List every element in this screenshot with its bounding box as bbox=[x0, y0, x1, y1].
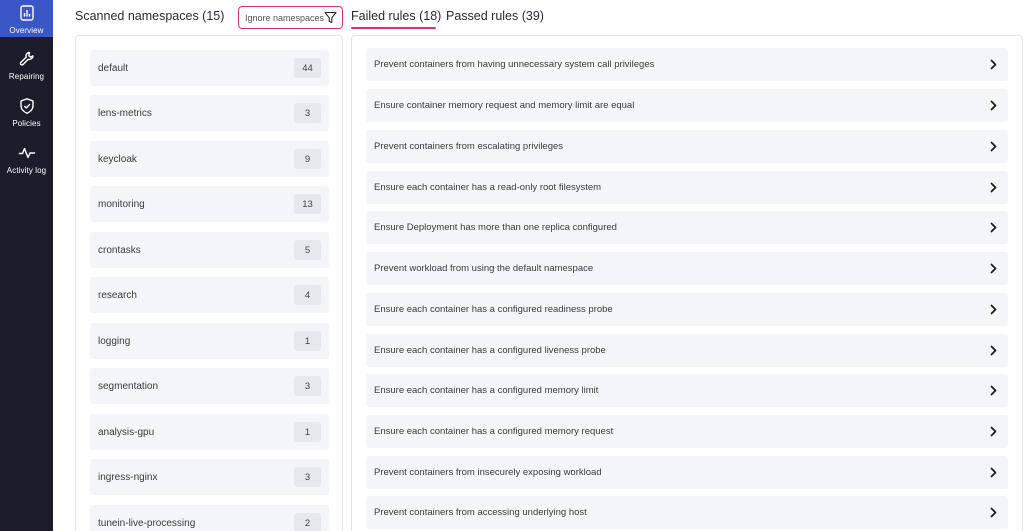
sidebar-item-policies[interactable]: Policies bbox=[0, 93, 53, 137]
rule-title: Prevent containers from insecurely expos… bbox=[374, 467, 602, 478]
chart-bar-icon bbox=[19, 5, 34, 21]
namespace-count-badge: 2 bbox=[294, 513, 321, 531]
failed-rules-panel: Prevent containers from having unnecessa… bbox=[351, 35, 1023, 531]
sidebar-item-label: Repairing bbox=[8, 72, 45, 81]
sidebar-item-activity-log[interactable]: Activity log bbox=[0, 140, 53, 184]
active-tab-indicator bbox=[351, 27, 436, 29]
rule-title: Ensure container memory request and memo… bbox=[374, 100, 635, 111]
chevron-right-icon bbox=[990, 263, 997, 274]
rule-item[interactable]: Prevent containers from accessing underl… bbox=[366, 496, 1008, 529]
rule-item[interactable]: Ensure Deployment has more than one repl… bbox=[366, 211, 1008, 244]
chevron-right-icon bbox=[990, 141, 997, 152]
namespace-name: tunein-live-processing bbox=[98, 517, 196, 529]
sidebar-item-label: Activity log bbox=[6, 166, 47, 175]
namespace-item[interactable]: ingress-nginx 3 bbox=[90, 459, 329, 495]
namespace-name: keycloak bbox=[98, 153, 137, 165]
rule-item[interactable]: Prevent workload from using the default … bbox=[366, 252, 1008, 285]
rule-title: Ensure each container has a configured m… bbox=[374, 385, 599, 396]
namespace-item[interactable]: default 44 bbox=[90, 50, 329, 86]
rule-item[interactable]: Prevent containers from insecurely expos… bbox=[366, 456, 1008, 489]
chevron-right-icon bbox=[990, 100, 997, 111]
shield-check-icon bbox=[19, 98, 34, 114]
sidebar: Overview Repairing Policies Activity log bbox=[0, 0, 53, 531]
namespace-count-badge: 3 bbox=[294, 376, 321, 396]
namespace-count-badge: 44 bbox=[294, 58, 321, 78]
namespace-count-badge: 5 bbox=[294, 240, 321, 260]
ignore-namespaces-label: Ignore namespaces bbox=[245, 12, 325, 23]
chevron-right-icon bbox=[990, 345, 997, 356]
namespace-name: analysis-gpu bbox=[98, 426, 155, 438]
namespace-item[interactable]: lens-metrics 3 bbox=[90, 95, 329, 131]
namespace-count-badge: 1 bbox=[294, 422, 321, 442]
rule-title: Prevent containers from escalating privi… bbox=[374, 141, 564, 152]
chevron-right-icon bbox=[990, 507, 997, 518]
namespace-name: segmentation bbox=[98, 380, 159, 392]
tab-passed-rules[interactable]: Passed rules (39) bbox=[446, 9, 544, 23]
rule-title: Ensure each container has a configured r… bbox=[374, 304, 613, 315]
namespace-item[interactable]: segmentation 3 bbox=[90, 368, 329, 404]
namespace-name: logging bbox=[98, 335, 131, 347]
sidebar-item-overview[interactable]: Overview bbox=[0, 0, 53, 37]
rule-item[interactable]: Ensure each container has a configured m… bbox=[366, 415, 1008, 448]
rule-title: Prevent containers from having unnecessa… bbox=[374, 59, 655, 70]
namespace-count-badge: 3 bbox=[294, 467, 321, 487]
wrench-icon bbox=[19, 51, 34, 66]
sidebar-item-label: Overview bbox=[9, 26, 44, 35]
chevron-right-icon bbox=[990, 304, 997, 315]
rule-item[interactable]: Ensure each container has a configured m… bbox=[366, 374, 1008, 407]
chevron-right-icon bbox=[990, 222, 997, 233]
filter-icon bbox=[324, 11, 337, 24]
chevron-right-icon bbox=[990, 59, 997, 70]
rule-item[interactable]: Prevent containers from having unnecessa… bbox=[366, 48, 1008, 81]
rule-item[interactable]: Prevent containers from escalating privi… bbox=[366, 130, 1008, 163]
rule-title: Ensure each container has a configured m… bbox=[374, 426, 614, 437]
namespace-count-badge: 1 bbox=[294, 331, 321, 351]
namespace-item[interactable]: analysis-gpu 1 bbox=[90, 414, 329, 450]
namespaces-title: Scanned namespaces (15) bbox=[75, 9, 225, 23]
namespace-name: default bbox=[98, 62, 129, 74]
ignore-namespaces-button[interactable]: Ignore namespaces bbox=[238, 6, 343, 29]
namespace-item[interactable]: keycloak 9 bbox=[90, 141, 329, 177]
rule-item[interactable]: Ensure each container has a configured r… bbox=[366, 293, 1008, 326]
rule-title: Prevent containers from accessing underl… bbox=[374, 507, 587, 518]
namespace-name: ingress-nginx bbox=[98, 471, 158, 483]
namespace-item[interactable]: logging 1 bbox=[90, 323, 329, 359]
rule-title: Prevent workload from using the default … bbox=[374, 263, 594, 274]
namespace-count-badge: 3 bbox=[294, 103, 321, 123]
tab-failed-rules[interactable]: Failed rules (18) bbox=[351, 9, 441, 23]
namespace-item[interactable]: tunein-live-processing 2 bbox=[90, 505, 329, 531]
sidebar-item-repairing[interactable]: Repairing bbox=[0, 46, 53, 90]
rule-title: Ensure each container has a read-only ro… bbox=[374, 182, 602, 193]
chevron-right-icon bbox=[990, 385, 997, 396]
namespace-count-badge: 13 bbox=[294, 194, 321, 214]
namespace-count-badge: 4 bbox=[294, 285, 321, 305]
namespace-name: monitoring bbox=[98, 198, 145, 210]
rule-title: Ensure Deployment has more than one repl… bbox=[374, 222, 617, 233]
namespace-item[interactable]: research 4 bbox=[90, 277, 329, 313]
sidebar-item-label: Policies bbox=[12, 119, 41, 128]
namespace-item[interactable]: crontasks 5 bbox=[90, 232, 329, 268]
rule-item[interactable]: Ensure each container has a configured l… bbox=[366, 334, 1008, 367]
namespaces-panel: default 44 lens-metrics 3 keycloak 9 mon… bbox=[75, 35, 343, 531]
chevron-right-icon bbox=[990, 467, 997, 478]
namespace-name: lens-metrics bbox=[98, 107, 152, 119]
rule-item[interactable]: Ensure each container has a read-only ro… bbox=[366, 171, 1008, 204]
pulse-icon bbox=[18, 147, 35, 159]
namespace-item[interactable]: monitoring 13 bbox=[90, 186, 329, 222]
rule-item[interactable]: Ensure container memory request and memo… bbox=[366, 89, 1008, 122]
chevron-right-icon bbox=[990, 426, 997, 437]
namespace-count-badge: 9 bbox=[294, 149, 321, 169]
namespace-name: crontasks bbox=[98, 244, 141, 256]
chevron-right-icon bbox=[990, 182, 997, 193]
namespace-name: research bbox=[98, 289, 137, 301]
rule-title: Ensure each container has a configured l… bbox=[374, 345, 606, 356]
